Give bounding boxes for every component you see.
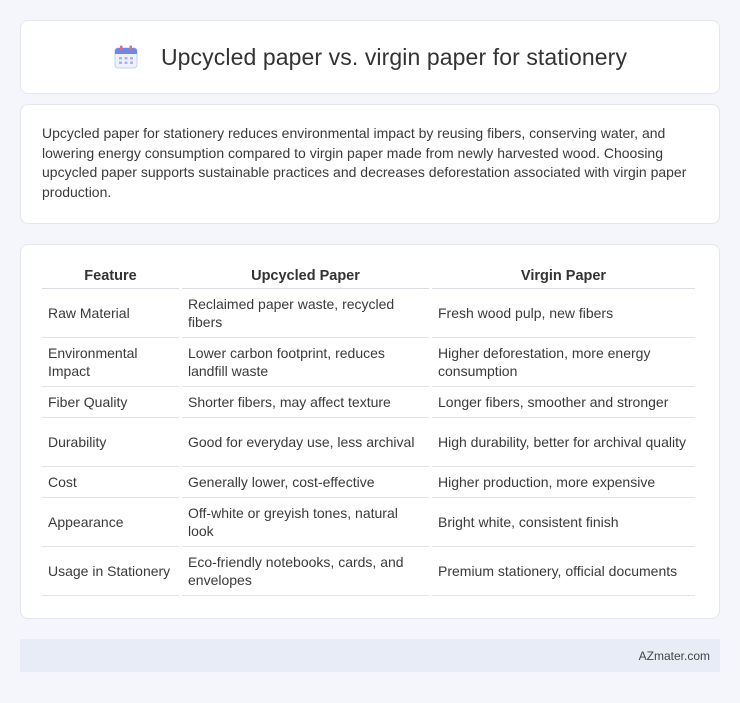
title-card: Upcycled paper vs. virgin paper for stat…	[20, 20, 720, 94]
cell-upcycled: Lower carbon footprint, reduces landfill…	[182, 338, 429, 387]
cell-feature: Fiber Quality	[42, 387, 179, 418]
cell-virgin: Fresh wood pulp, new fibers	[432, 289, 695, 338]
table-card: Feature Upcycled Paper Virgin Paper Raw …	[20, 244, 720, 619]
header-virgin: Virgin Paper	[432, 265, 695, 289]
cell-upcycled: Eco-friendly notebooks, cards, and envel…	[182, 547, 429, 596]
intro-paragraph: Upcycled paper for stationery reduces en…	[42, 125, 687, 200]
cell-virgin: Longer fibers, smoother and stronger	[432, 387, 695, 418]
footer-bar: AZmater.com	[20, 639, 720, 672]
cell-virgin: Bright white, consistent finish	[432, 498, 695, 547]
cell-upcycled: Reclaimed paper waste, recycled fibers	[182, 289, 429, 338]
cell-virgin: Higher deforestation, more energy consum…	[432, 338, 695, 387]
table-row: Fiber Quality Shorter fibers, may affect…	[42, 387, 695, 418]
page-title: Upcycled paper vs. virgin paper for stat…	[160, 43, 628, 70]
table-row: Usage in Stationery Eco-friendly noteboo…	[42, 547, 695, 596]
cell-virgin: High durability, better for archival qua…	[432, 418, 695, 467]
cell-upcycled: Generally lower, cost-effective	[182, 467, 429, 498]
cell-virgin: Higher production, more expensive	[432, 467, 695, 498]
cell-feature: Usage in Stationery	[42, 547, 179, 596]
table-row: Raw Material Reclaimed paper waste, recy…	[42, 289, 695, 338]
header-upcycled: Upcycled Paper	[182, 265, 429, 289]
cell-upcycled: Shorter fibers, may affect texture	[182, 387, 429, 418]
cell-feature: Durability	[42, 418, 179, 467]
header-feature: Feature	[42, 265, 179, 289]
table-header-row: Feature Upcycled Paper Virgin Paper	[42, 265, 695, 289]
table-row: Appearance Off-white or greyish tones, n…	[42, 498, 695, 547]
intro-card: Upcycled paper for stationery reduces en…	[20, 104, 720, 224]
cell-virgin: Premium stationery, official documents	[432, 547, 695, 596]
page: Upcycled paper vs. virgin paper for stat…	[0, 0, 740, 703]
table-row: Durability Good for everyday use, less a…	[42, 418, 695, 467]
table-row: Environmental Impact Lower carbon footpr…	[42, 338, 695, 387]
cell-feature: Raw Material	[42, 289, 179, 338]
cell-feature: Appearance	[42, 498, 179, 547]
cell-feature: Environmental Impact	[42, 338, 179, 387]
cell-upcycled: Good for everyday use, less archival	[182, 418, 429, 467]
footer-site-label: AZmater.com	[638, 648, 710, 663]
comparison-table: Feature Upcycled Paper Virgin Paper Raw …	[39, 265, 698, 596]
calendar-icon	[113, 44, 139, 70]
cell-upcycled: Off-white or greyish tones, natural look	[182, 498, 429, 547]
cell-feature: Cost	[42, 467, 179, 498]
table-row: Cost Generally lower, cost-effective Hig…	[42, 467, 695, 498]
